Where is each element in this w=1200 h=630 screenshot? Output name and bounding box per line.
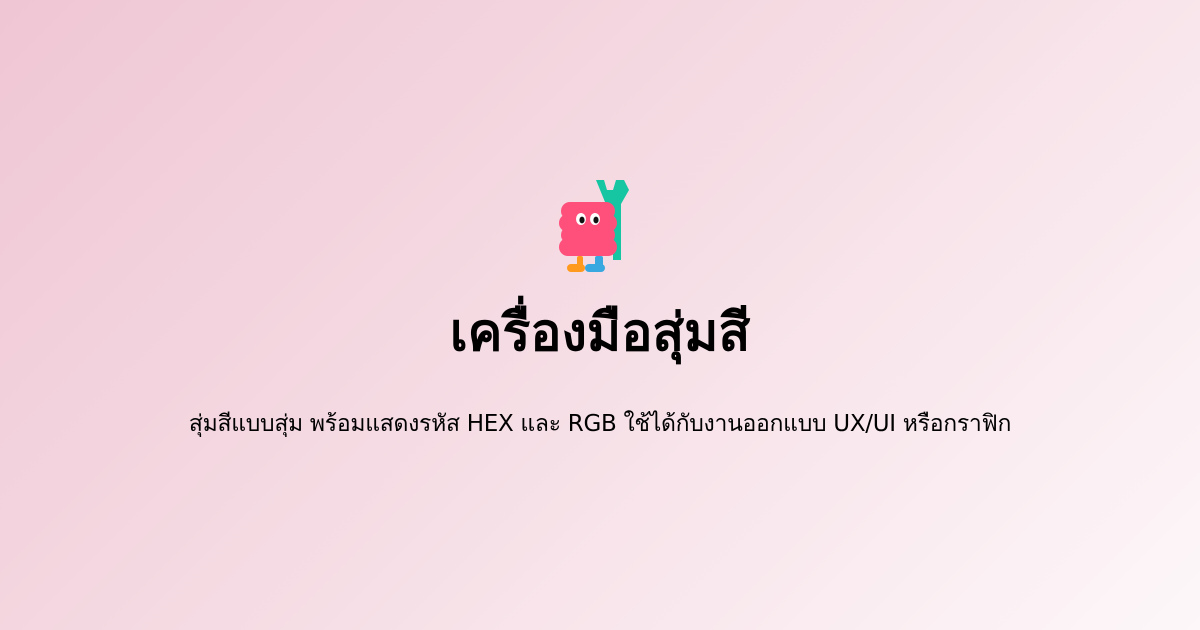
pink-monster-wrench-icon: [559, 180, 629, 272]
monster-body-icon: [559, 202, 617, 256]
page-title: เครื่องมือสุ่มสี: [449, 303, 751, 363]
og-card: เครื่องมือสุ่มสี สุ่มสีแบบสุ่ม พร้อมแสดง…: [0, 0, 1200, 630]
page-subtitle: สุ่มสีแบบสุ่ม พร้อมแสดงรหัส HEX และ RGB …: [188, 411, 1012, 437]
